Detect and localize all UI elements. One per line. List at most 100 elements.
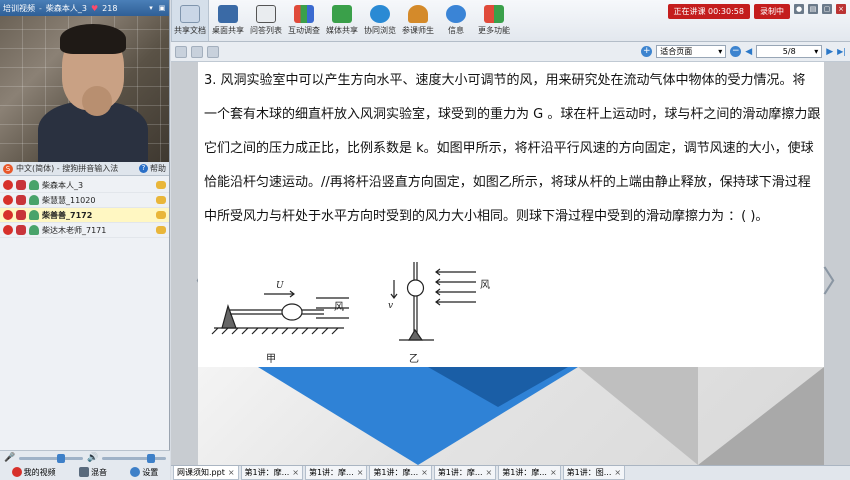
close-icon[interactable]: × <box>614 468 621 477</box>
doc-tab[interactable]: 网课须知.ppt × <box>173 466 239 480</box>
user-row[interactable]: 柴森本人_3 <box>0 178 169 193</box>
user-name: 柴森本人_3 <box>42 180 84 190</box>
mic-icon[interactable] <box>16 225 26 235</box>
heart-icon: ♥ <box>90 3 99 13</box>
last-page-icon[interactable]: ▶| <box>837 47 846 56</box>
ime-label: 中文(简体) - 搜狗拼音输入法 <box>16 164 119 173</box>
user-icon[interactable]: ● <box>794 4 804 14</box>
tool-qa-list[interactable]: 问答列表 <box>247 0 285 41</box>
prev-page-icon[interactable]: ◀ <box>745 47 752 57</box>
help-label: 帮助 <box>150 164 166 173</box>
next-page-icon[interactable]: ▶ <box>826 47 833 57</box>
mic-volume-slider[interactable] <box>19 453 83 463</box>
record-button[interactable]: 录制中 <box>754 4 790 19</box>
ime-bar: S 中文(简体) - 搜狗拼音输入法 ? 帮助 <box>0 162 169 176</box>
chat-icon[interactable] <box>156 196 166 204</box>
pen-icon[interactable] <box>3 180 13 190</box>
sogou-icon[interactable]: S <box>3 163 13 174</box>
close-icon[interactable]: × <box>836 4 846 14</box>
pen-icon[interactable] <box>3 210 13 220</box>
help-button[interactable]: ? 帮助 <box>139 163 166 174</box>
doc-tab[interactable]: 第1讲：摩... × <box>240 466 303 480</box>
mic-icon[interactable] <box>16 195 26 205</box>
minimize-icon[interactable]: ▾ <box>147 4 155 12</box>
doc-tab[interactable]: 第1讲：摩... × <box>369 466 432 480</box>
layout-icon[interactable]: ▤ <box>808 4 818 14</box>
live-timer-button[interactable]: 正在讲课 00:30:58 <box>667 4 750 19</box>
document-viewer: 〈 3. 风洞实验室中可以产生方向水平、速度大小可调节的风，用来研究处在流动气体… <box>171 62 850 465</box>
popout-icon[interactable]: ▣ <box>158 4 166 12</box>
tool-share-doc[interactable]: 共享文档 <box>171 0 209 41</box>
mix-button[interactable]: 混音 <box>78 467 107 478</box>
doc-tab[interactable]: 第1讲：摩... × <box>433 466 497 480</box>
doc-tab[interactable]: 第1讲：摩... × <box>304 466 368 480</box>
physics-figure: U 风 甲 v 风 乙 <box>211 262 490 365</box>
zoom-in-icon[interactable]: + <box>641 46 653 57</box>
user-row[interactable]: 柴善善_7172 <box>0 208 169 223</box>
close-icon[interactable]: × <box>421 468 428 477</box>
tool-media-share[interactable]: 媒体共享 <box>323 0 361 41</box>
camera-icon <box>11 467 22 477</box>
zoom-out-icon[interactable]: − <box>730 46 742 57</box>
tool-survey[interactable]: 互动调查 <box>285 0 323 41</box>
label-jia: 甲 <box>266 354 276 365</box>
tool-info[interactable]: 信息 <box>437 0 475 41</box>
tool-label: 媒体共享 <box>326 26 358 35</box>
tool-participants[interactable]: 参课师生 <box>399 0 437 41</box>
user-name: 柴善善_7172 <box>42 210 93 220</box>
chat-icon[interactable] <box>156 211 166 219</box>
tool-more[interactable]: 更多功能 <box>475 0 513 41</box>
tool-label: 互动调查 <box>288 26 320 35</box>
document-icon <box>180 5 200 23</box>
video-title-bar: 培训视频 - 柴森本人_3 ♥ 218 ▾ ▣ <box>0 0 169 16</box>
tab-label: 第1讲：图... <box>566 468 612 477</box>
fit-select[interactable]: 适合页面 ▾ <box>656 45 727 58</box>
question-line: 3. 风洞实验室中可以产生方向水平、速度大小可调节的风，用来研究处在流动气体中物… <box>204 73 806 88</box>
save-doc-icon[interactable] <box>191 45 203 58</box>
doc-tab[interactable]: 第1讲：图... × <box>562 466 626 480</box>
people-icon <box>408 5 428 23</box>
tool-co-browse[interactable]: 协同浏览 <box>361 0 399 41</box>
my-video-button[interactable]: 我的视频 <box>11 467 56 478</box>
browser-icon <box>370 5 390 23</box>
question-line: 它们之间的压力成正比，比例系数是 k。如图甲所示，将杆沿平行风速的方向固定，调节… <box>204 141 814 156</box>
title-separator: - <box>39 3 42 13</box>
person-icon <box>29 225 39 235</box>
open-doc-icon[interactable] <box>175 45 187 58</box>
page-label: 5/8 <box>782 47 796 56</box>
chat-icon[interactable] <box>156 226 166 234</box>
print-doc-icon[interactable] <box>207 45 219 58</box>
chat-icon[interactable] <box>156 181 166 189</box>
doc-tab[interactable]: 第1讲：摩... × <box>498 466 561 480</box>
mic-icon[interactable] <box>16 210 26 220</box>
label-wind-2: 风 <box>480 279 490 291</box>
pen-icon[interactable] <box>3 225 13 235</box>
window-title: 培训视频 <box>3 3 35 13</box>
teacher-video <box>0 16 169 162</box>
speaker-volume-slider[interactable] <box>102 453 166 463</box>
mic-icon[interactable] <box>16 180 26 190</box>
user-row[interactable]: 柴达木老师_7171 <box>0 223 169 238</box>
next-slide-arrow-icon[interactable]: 〉 <box>822 257 850 301</box>
user-row[interactable]: 柴慧慧_11020 <box>0 193 169 208</box>
pen-icon[interactable] <box>3 195 13 205</box>
close-icon[interactable]: × <box>292 468 299 477</box>
tool-label: 共享文档 <box>174 26 206 35</box>
tool-desktop-share[interactable]: 桌面共享 <box>209 0 247 41</box>
document-toolbar: + 适合页面 ▾ − ◀ 5/8 ▾ ▶ ▶| <box>171 42 850 62</box>
close-icon[interactable]: × <box>228 468 235 477</box>
close-icon[interactable]: × <box>486 468 493 477</box>
tab-label: 第1讲：摩... <box>437 468 483 477</box>
left-panel: 培训视频 - 柴森本人_3 ♥ 218 ▾ ▣ S 中文(简体) - 搜狗拼音输… <box>0 0 170 480</box>
person-icon <box>29 210 39 220</box>
restore-icon[interactable]: ▢ <box>822 4 832 14</box>
tool-label: 协同浏览 <box>364 26 396 35</box>
close-icon[interactable]: × <box>357 468 364 477</box>
close-icon[interactable]: × <box>550 468 557 477</box>
settings-button[interactable]: 设置 <box>130 467 158 478</box>
tab-label: 第1讲：摩... <box>244 468 290 477</box>
chevron-down-icon: ▾ <box>718 47 723 56</box>
settings-label: 设置 <box>142 467 159 477</box>
bar-chart-icon <box>294 5 314 23</box>
page-select[interactable]: 5/8 ▾ <box>756 45 823 58</box>
